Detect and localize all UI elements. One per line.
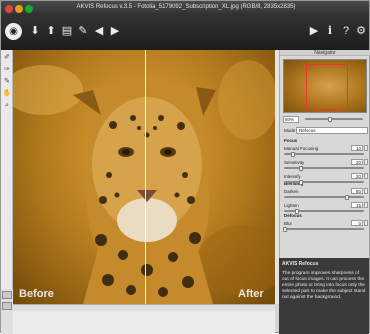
zoom-icon[interactable]: ⌕	[2, 101, 12, 111]
toolbar: ◉ ⬇ ⬆ ▤ ✎ ◀ ▶ ▶ i ? ⚙	[1, 17, 369, 50]
info-title: AKVIS Refocus	[282, 261, 319, 267]
param-value-field[interactable]: 15	[351, 202, 363, 208]
refocus-brush-icon[interactable]: ✐	[2, 53, 12, 63]
horizontal-scrollbar[interactable]	[13, 305, 275, 311]
close-window-button[interactable]	[5, 5, 13, 13]
single-view-icon[interactable]	[2, 291, 12, 299]
param-slider-knob[interactable]	[345, 195, 350, 200]
split-view-icon[interactable]	[2, 302, 12, 310]
param-slider[interactable]	[284, 196, 364, 198]
help-icon[interactable]: ?	[339, 24, 353, 38]
param-stepper[interactable]	[364, 145, 368, 151]
param-stepper[interactable]	[364, 173, 368, 179]
print-icon[interactable]: ▤	[60, 24, 74, 38]
param-stepper[interactable]	[364, 202, 368, 208]
param-value-field[interactable]: 0	[351, 220, 363, 226]
param-value-field[interactable]: 20	[351, 159, 363, 165]
app-window: AKVIS Refocus v.3.5 - Fotolia_5179092_Su…	[0, 0, 370, 334]
settings-icon[interactable]: ⚙	[354, 24, 368, 38]
zoom-row: 50%	[283, 116, 367, 123]
param-label: Sensitivity	[284, 160, 305, 165]
upload-icon[interactable]: ⬆	[44, 24, 58, 38]
param-slider[interactable]	[284, 181, 364, 183]
mode-label: Mode	[284, 128, 296, 133]
open-icon[interactable]: ◉	[5, 23, 22, 40]
param-value-field[interactable]: 20	[351, 173, 363, 179]
before-label: Before	[19, 288, 54, 300]
zoom-slider-knob[interactable]	[328, 117, 332, 122]
jaguar-photo	[13, 60, 275, 304]
info-box: AKVIS Refocus The program improves sharp…	[279, 258, 369, 334]
param-label: Intensify	[284, 174, 301, 179]
param-value-field[interactable]: 80	[351, 188, 363, 194]
after-label: After	[238, 288, 264, 300]
zoom-window-button[interactable]	[25, 5, 33, 13]
window-title: AKVIS Refocus v.3.5 - Fotolia_5179092_Su…	[76, 4, 296, 10]
undo-icon[interactable]: ◀	[92, 24, 106, 38]
defocus-section-title: Defocus	[284, 213, 302, 218]
info-icon[interactable]: i	[323, 24, 337, 38]
view-toggle-area	[1, 289, 13, 334]
zoom-slider[interactable]	[305, 118, 363, 120]
param-slider[interactable]	[284, 228, 364, 230]
param-label: Lighten	[284, 203, 299, 208]
param-label: Darken	[284, 189, 299, 194]
param-label: Blur	[284, 221, 293, 226]
param-slider[interactable]	[284, 153, 364, 155]
minimize-window-button[interactable]	[15, 5, 23, 13]
mode-select[interactable]: Refocus	[296, 127, 368, 134]
focus-section-title: Focus	[284, 138, 298, 143]
redo-icon[interactable]: ▶	[108, 24, 122, 38]
param-slider-knob[interactable]	[283, 227, 287, 232]
param-label: Manual Focusing	[284, 146, 319, 151]
navigator-thumbnail[interactable]	[283, 59, 367, 113]
image-canvas[interactable]: Before After	[13, 50, 275, 304]
info-text: The program improves sharpness of out of…	[282, 271, 366, 300]
param-slider-knob[interactable]	[290, 152, 295, 157]
param-slider-knob[interactable]	[298, 180, 303, 185]
run-icon[interactable]: ▶	[307, 24, 321, 38]
param-value-field[interactable]: 10	[351, 145, 363, 151]
share-icon[interactable]: ✎	[76, 24, 90, 38]
param-slider-knob[interactable]	[298, 166, 303, 171]
param-stepper[interactable]	[364, 220, 368, 226]
navigator-header: Navigator	[280, 50, 370, 56]
canvas-bottom-bar	[13, 304, 275, 334]
dropper-icon[interactable]: ✑	[2, 65, 12, 75]
param-stepper[interactable]	[364, 188, 368, 194]
save-icon[interactable]: ⬇	[28, 24, 42, 38]
param-slider-knob[interactable]	[294, 209, 299, 214]
hand-icon[interactable]: ✋	[2, 89, 12, 99]
before-after-divider[interactable]	[145, 50, 146, 304]
navigator-viewport[interactable]	[306, 64, 348, 110]
param-stepper[interactable]	[364, 159, 368, 165]
title-bar: AKVIS Refocus v.3.5 - Fotolia_5179092_Su…	[1, 1, 369, 17]
param-slider[interactable]	[284, 167, 364, 169]
zoom-select[interactable]: 50%	[283, 116, 299, 123]
eraser-icon[interactable]: ✎	[2, 77, 12, 87]
